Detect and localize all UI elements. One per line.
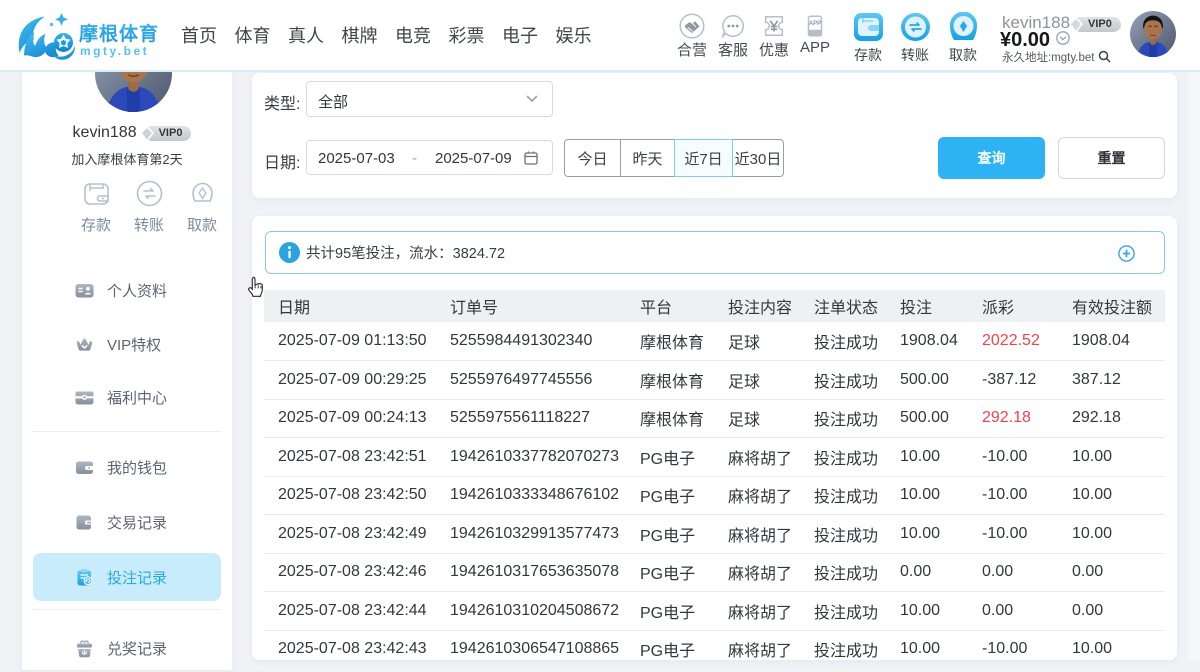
svg-text:APP: APP xyxy=(809,21,821,27)
svg-text:兑: 兑 xyxy=(82,649,87,656)
